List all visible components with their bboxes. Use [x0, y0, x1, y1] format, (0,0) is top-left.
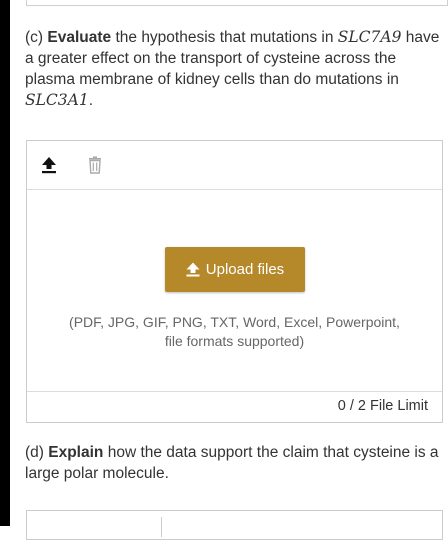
- formats-line-1: (PDF, JPG, GIF, PNG, TXT, Word, Excel, P…: [69, 314, 400, 330]
- question-c-text3: .: [88, 92, 94, 109]
- question-d-prefix: (d): [25, 444, 49, 461]
- question-c-text1: the hypothesis that mutations in: [111, 29, 338, 46]
- trash-icon[interactable]: [85, 155, 105, 175]
- question-c-prefix: (c): [25, 29, 48, 46]
- gene-slc7a9: SLC7A9: [337, 28, 402, 46]
- next-answer-box: [26, 510, 443, 540]
- upload-footer: 0 / 2 File Limit: [27, 391, 442, 422]
- upload-files-label: Upload files: [205, 261, 285, 278]
- question-d: (d) Explain how the data support the cla…: [25, 442, 443, 484]
- left-edge-bar: [0, 0, 10, 526]
- upload-files-button[interactable]: Upload files: [165, 247, 305, 292]
- toolbar-divider: [161, 517, 162, 537]
- formats-line-2: file formats supported): [164, 333, 305, 349]
- file-upload-widget: Upload files (PDF, JPG, GIF, PNG, TXT, W…: [26, 140, 443, 423]
- supported-formats-text: (PDF, JPG, GIF, PNG, TXT, Word, Excel, P…: [57, 313, 412, 351]
- question-d-verb: Explain: [48, 444, 104, 461]
- previous-answer-box-edge: [26, 0, 448, 6]
- upload-button-icon: [186, 262, 200, 277]
- question-c-verb: Evaluate: [47, 29, 112, 46]
- upload-toolbar: [27, 141, 442, 190]
- gene-slc3a1: SLC3A1: [25, 91, 89, 109]
- upload-arrow-icon[interactable]: [39, 155, 59, 175]
- file-limit-counter: 0 / 2 File Limit: [337, 398, 428, 414]
- question-c: (c) Evaluate the hypothesis that mutatio…: [25, 27, 443, 111]
